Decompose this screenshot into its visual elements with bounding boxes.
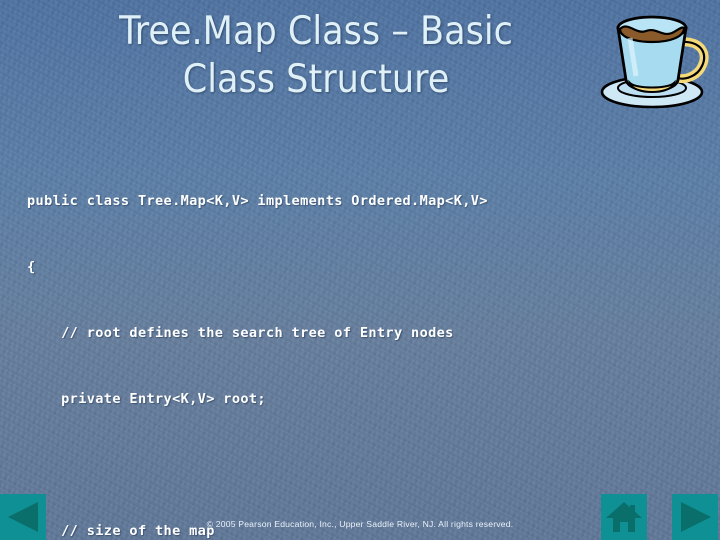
code-line: private Entry<K,V> root; xyxy=(27,391,266,407)
coffee-cup-icon xyxy=(590,4,716,112)
triangle-right-icon xyxy=(672,494,718,540)
page-title-line-2: Class Structure xyxy=(182,57,450,102)
home-icon xyxy=(601,494,647,540)
code-line: // root defines the search tree of Entry… xyxy=(27,325,454,341)
page-title: Tree.Map Class – Basic Class Structure xyxy=(36,8,596,104)
page-title-line-1: Tree.Map Class – Basic xyxy=(119,9,513,54)
code-block: public class Tree.Map<K,V> implements Or… xyxy=(27,146,699,540)
slide-canvas: Tree.Map Class – Basic Class Structure p… xyxy=(0,0,720,540)
code-line: public class Tree.Map<K,V> implements Or… xyxy=(27,193,488,209)
home-button[interactable] xyxy=(601,494,647,540)
next-slide-button[interactable] xyxy=(672,494,718,540)
code-line: { xyxy=(27,259,36,275)
triangle-left-icon xyxy=(0,494,46,540)
previous-slide-button[interactable] xyxy=(0,494,46,540)
